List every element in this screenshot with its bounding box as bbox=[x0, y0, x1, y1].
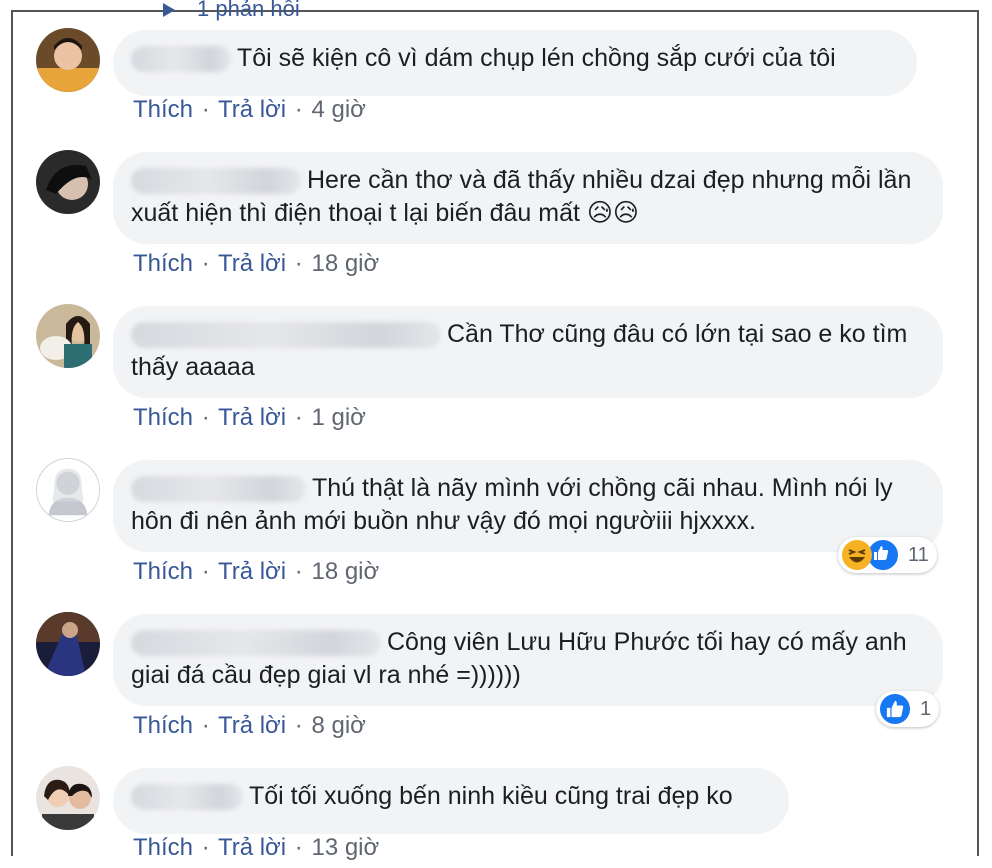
reply-link[interactable]: Trả lời bbox=[218, 558, 286, 585]
reply-link[interactable]: Trả lời bbox=[218, 404, 286, 431]
avatar[interactable] bbox=[36, 304, 100, 368]
comment-bubble: Tôi sẽ kiện cô vì dám chụp lén chồng sắp… bbox=[113, 30, 917, 96]
like-icon bbox=[880, 694, 910, 724]
reply-link[interactable]: Trả lời bbox=[218, 96, 286, 123]
commenter-name[interactable] bbox=[131, 46, 231, 73]
comment-bubble: Tối tối xuống bến ninh kiều cũng trai đẹ… bbox=[113, 768, 789, 834]
reply-link[interactable]: Trả lời bbox=[218, 712, 286, 739]
like-link[interactable]: Thích bbox=[133, 404, 193, 431]
like-link[interactable]: Thích bbox=[133, 250, 193, 277]
comment-bubble: Cần Thơ cũng đâu có lớn tại sao e ko tìm… bbox=[113, 306, 943, 398]
comment-bubble: Thú thật là nãy mình với chồng cãi nhau.… bbox=[113, 460, 943, 552]
comment-actions: Thích · Trả lời · 8 giờ bbox=[133, 712, 366, 739]
comment-actions: Thích · Trả lời · 1 giờ bbox=[133, 404, 366, 431]
like-link[interactable]: Thích bbox=[133, 712, 193, 739]
haha-icon bbox=[842, 540, 872, 570]
avatar[interactable] bbox=[36, 28, 100, 92]
reaction-count: 1 bbox=[920, 697, 932, 720]
commenter-name[interactable] bbox=[131, 476, 306, 503]
avatar[interactable] bbox=[36, 766, 100, 830]
comment-time[interactable]: 18 giờ bbox=[311, 250, 379, 277]
comment-actions: Thích · Trả lời · 18 giờ bbox=[133, 250, 380, 277]
like-link[interactable]: Thích bbox=[133, 558, 193, 585]
comment-actions: Thích · Trả lời · 4 giờ bbox=[133, 96, 366, 123]
comment-actions: Thích · Trả lời · 18 giờ bbox=[133, 558, 380, 585]
commenter-name[interactable] bbox=[131, 322, 441, 349]
like-link[interactable]: Thích bbox=[133, 96, 193, 123]
commenter-name[interactable] bbox=[131, 630, 381, 657]
like-link[interactable]: Thích bbox=[133, 834, 193, 861]
avatar[interactable] bbox=[36, 612, 100, 676]
comment-time[interactable]: 13 giờ bbox=[311, 834, 379, 861]
comment-time[interactable]: 4 giờ bbox=[311, 96, 365, 123]
commenter-name[interactable] bbox=[131, 784, 243, 811]
comment-bubble: Công viên Lưu Hữu Phước tối hay có mấy a… bbox=[113, 614, 943, 706]
reaction-summary[interactable]: 1 bbox=[876, 691, 940, 727]
reaction-summary[interactable]: 11 bbox=[838, 537, 937, 573]
comment-time[interactable]: 8 giờ bbox=[311, 712, 365, 739]
avatar[interactable] bbox=[36, 150, 100, 214]
view-replies-link[interactable]: 1 phản hồi bbox=[163, 0, 300, 20]
comment-time[interactable]: 1 giờ bbox=[311, 404, 365, 431]
reply-link[interactable]: Trả lời bbox=[218, 834, 286, 861]
avatar[interactable] bbox=[36, 458, 100, 522]
commenter-name[interactable] bbox=[131, 168, 301, 195]
reply-link[interactable]: Trả lời bbox=[218, 250, 286, 277]
comment-actions: Thích · Trả lời · 13 giờ bbox=[133, 834, 380, 861]
comment-time[interactable]: 18 giờ bbox=[311, 558, 379, 585]
reply-arrow-icon bbox=[163, 3, 175, 18]
comment-bubble: Here cần thơ và đã thấy nhiều dzai đẹp n… bbox=[113, 152, 943, 244]
reaction-count: 11 bbox=[908, 543, 929, 566]
